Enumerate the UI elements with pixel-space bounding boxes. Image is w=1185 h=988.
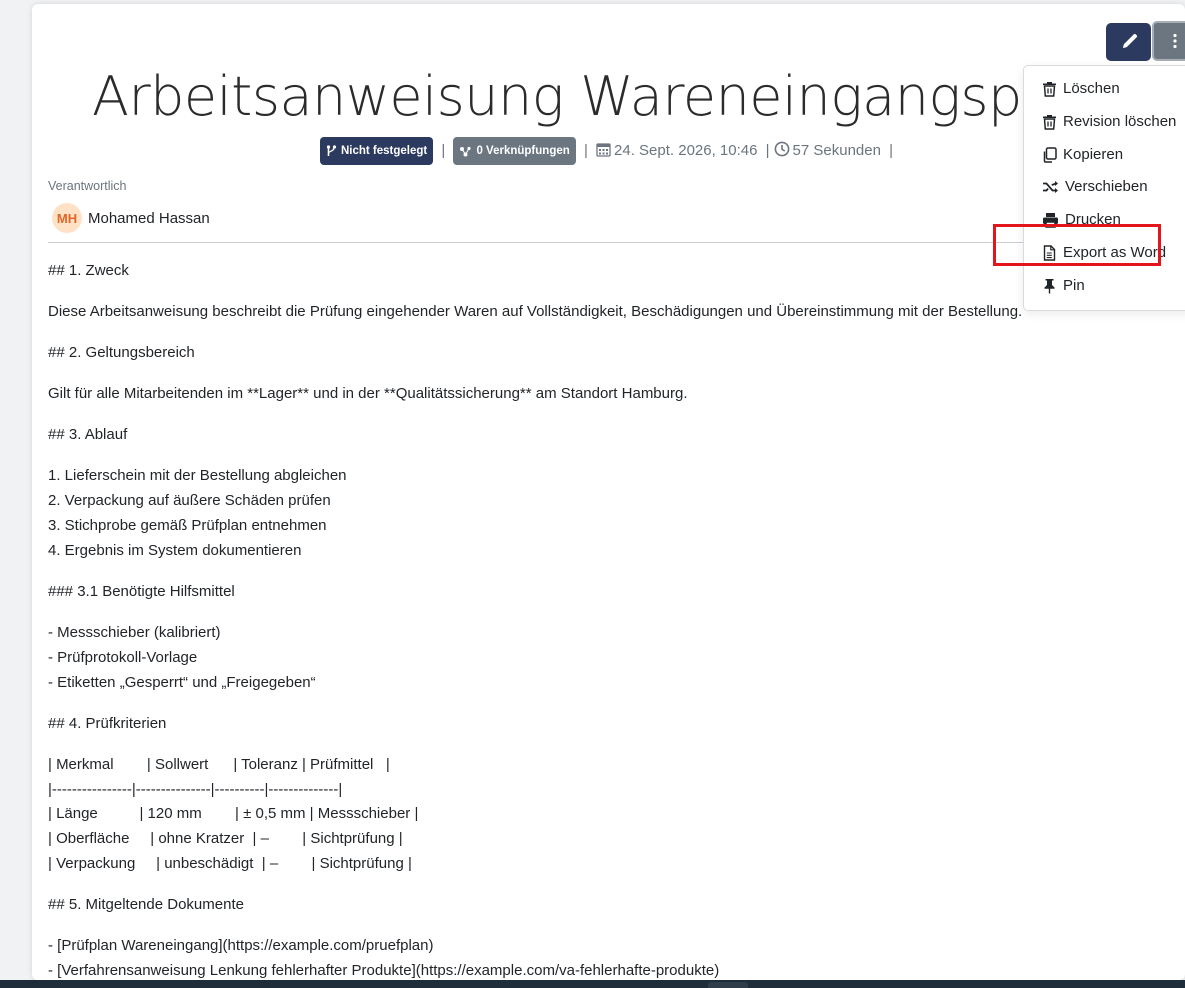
document-date: 24. Sept. 2026, 10:46 <box>614 141 758 159</box>
edit-button[interactable] <box>1106 23 1151 61</box>
document-meta: Nicht festgelegt | 0 Verknüpfungen | 24.… <box>32 137 1185 165</box>
clock-icon <box>774 141 789 157</box>
menu-item-label: Drucken <box>1065 211 1121 228</box>
content-line: ## 5. Mitgeltende Dokumente <box>48 896 244 914</box>
printer-icon <box>1043 212 1058 228</box>
menu-item-label: Kopieren <box>1063 146 1124 163</box>
document-card: Arbeitsanweisung Wareneingangsprüfung Ni… <box>32 4 1185 980</box>
document-content: ## 1. Zweck Diese Arbeitsanweisung besch… <box>48 259 1168 980</box>
bottom-taskbar <box>0 980 1185 988</box>
file-icon <box>1043 244 1056 261</box>
content-line: Gilt für alle Mitarbeitenden im **Lager*… <box>48 385 688 403</box>
separator: | <box>889 141 894 159</box>
taskbar-tab <box>708 982 748 988</box>
menu-item-label: Export as Word <box>1063 244 1167 261</box>
menu-item-delete[interactable]: Löschen <box>1024 72 1185 105</box>
trash-icon <box>1043 114 1056 130</box>
links-badge-label: 0 Verknüpfungen <box>476 145 570 157</box>
menu-item-delete-revision[interactable]: Revision löschen <box>1024 105 1185 138</box>
copy-icon <box>1043 146 1057 163</box>
content-line: ## 4. Prüfkriterien <box>48 714 167 732</box>
content-line: Diese Arbeitsanweisung beschreibt die Pr… <box>48 303 1023 321</box>
responsible-name: Mohamed Hassan <box>88 209 210 227</box>
menu-item-print[interactable]: Drucken <box>1024 203 1185 236</box>
connections-icon <box>460 146 472 156</box>
separator: | <box>765 141 770 159</box>
content-line: - [Prüfplan Wareneingang](https://exampl… <box>48 937 720 979</box>
branch-badge-label: Nicht festgelegt <box>340 145 428 157</box>
links-badge[interactable]: 0 Verknüpfungen <box>453 137 576 165</box>
vertical-ellipsis-icon <box>1173 33 1177 49</box>
more-options-button[interactable] <box>1152 21 1185 61</box>
menu-item-label: Löschen <box>1063 80 1120 97</box>
pin-icon <box>1044 278 1055 293</box>
page-title: Arbeitsanweisung Wareneingangsprüfung <box>92 65 1185 128</box>
content-line: | Merkmal | Sollwert | Toleranz | Prüfmi… <box>48 755 419 873</box>
separator: | <box>583 141 588 159</box>
title-area: Arbeitsanweisung Wareneingangsprüfung <box>32 59 1185 139</box>
trash-icon <box>1043 81 1056 97</box>
divider <box>48 242 1185 243</box>
avatar: MH <box>52 203 82 233</box>
separator: | <box>441 141 446 159</box>
document-duration: 57 Sekunden <box>792 141 881 159</box>
branch-icon <box>326 145 337 156</box>
menu-item-label: Revision löschen <box>1063 113 1177 130</box>
menu-item-label: Pin <box>1063 277 1085 294</box>
pencil-icon <box>1122 33 1137 49</box>
content-line: 1. Lieferschein mit der Bestellung abgle… <box>48 467 347 559</box>
content-line: ## 3. Ablauf <box>48 426 128 444</box>
content-line: ### 3.1 Benötigte Hilfsmittel <box>48 582 235 600</box>
shuffle-icon <box>1043 180 1058 193</box>
calendar-icon <box>596 143 611 157</box>
more-options-menu: Löschen Revision löschen Kopieren Versch… <box>1023 65 1185 311</box>
menu-item-pin[interactable]: Pin <box>1024 269 1185 302</box>
branch-badge[interactable]: Nicht festgelegt <box>319 137 434 165</box>
menu-item-move[interactable]: Verschieben <box>1024 170 1185 203</box>
menu-item-export-word[interactable]: Export as Word <box>1024 236 1185 269</box>
menu-item-copy[interactable]: Kopieren <box>1024 138 1185 171</box>
content-line: ## 2. Geltungsbereich <box>48 344 195 362</box>
menu-item-label: Verschieben <box>1065 178 1148 195</box>
responsible-label: Verantwortlich <box>48 179 127 193</box>
content-line: ## 1. Zweck <box>48 262 129 279</box>
responsible-person[interactable]: MH Mohamed Hassan <box>52 203 210 233</box>
content-line: - Messschieber (kalibriert) - Prüfprotok… <box>48 624 316 691</box>
